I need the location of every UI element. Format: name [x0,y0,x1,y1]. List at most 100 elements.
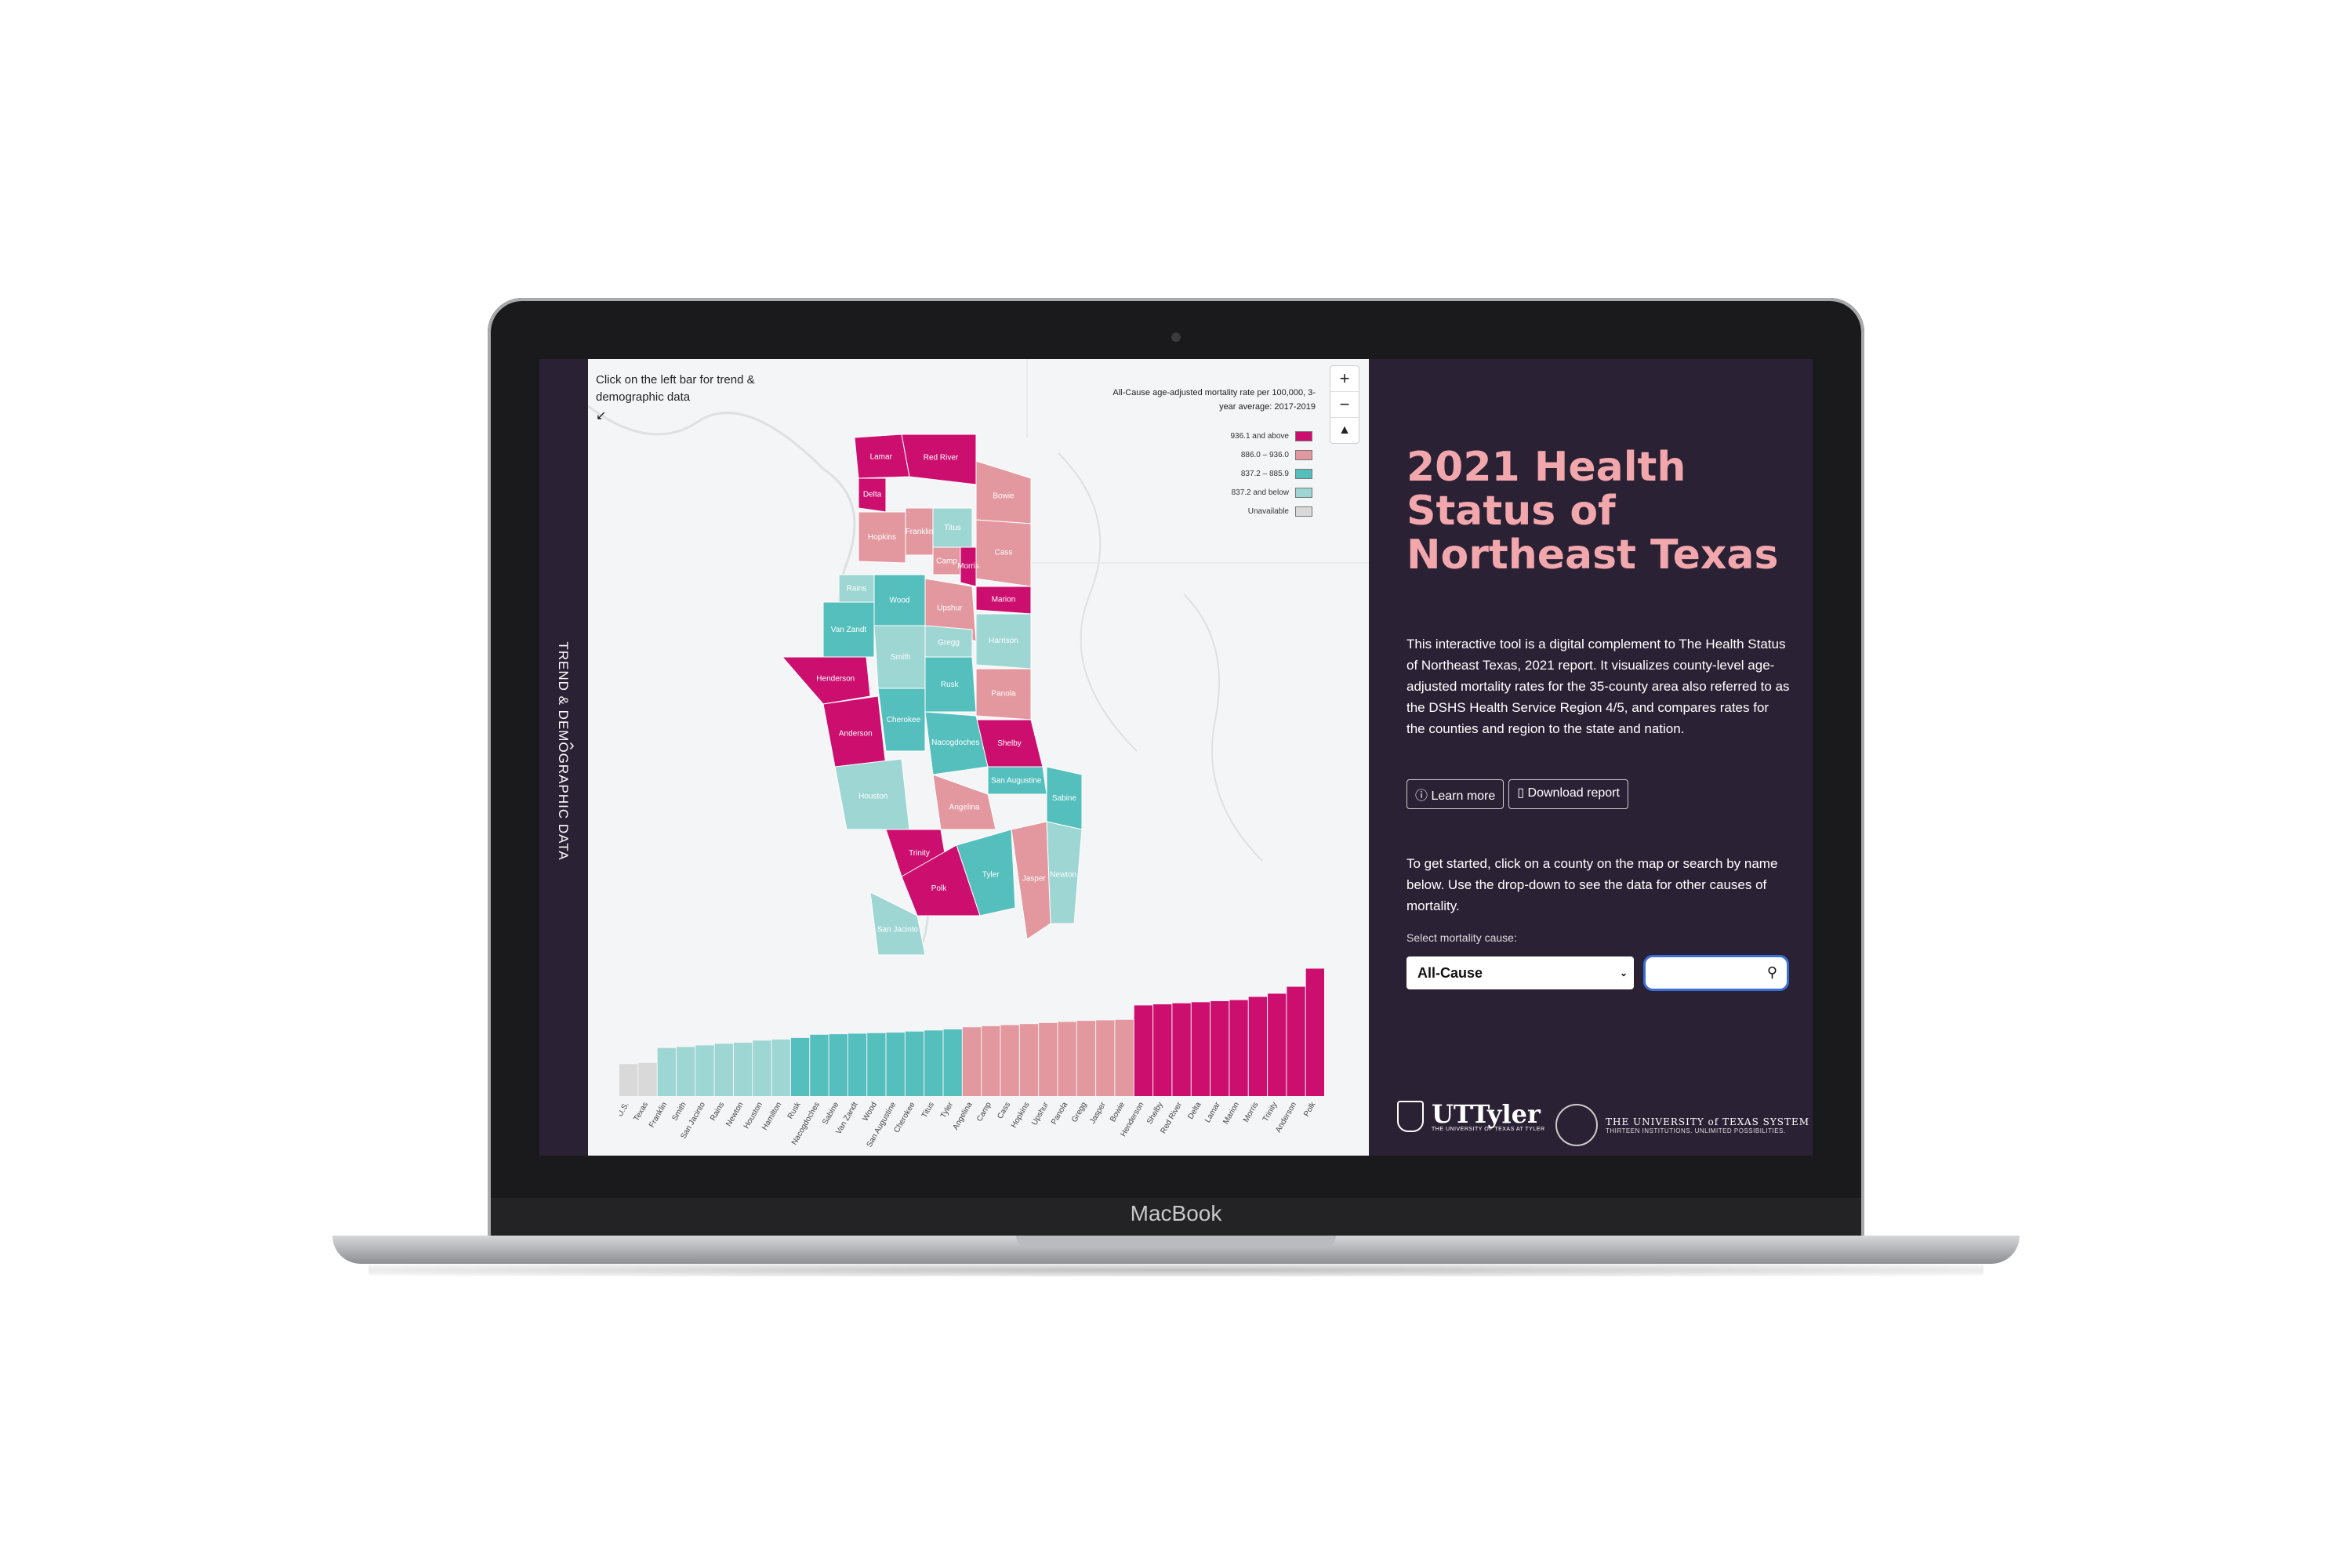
map-legend: 936.1 and above 886.0 – 936.0 837.2 – 88… [1156,426,1312,521]
logo1-name: UTTyler [1432,1098,1541,1129]
bar[interactable] [1058,1022,1076,1096]
county-label: Cherokee [887,716,921,724]
bar-tick-label: Marion [1221,1101,1241,1126]
bar[interactable] [1248,996,1268,1096]
county-label: Smith [891,653,911,662]
county-label: Polk [931,884,947,893]
bar-tick-label: Trinity [1261,1101,1279,1123]
bar[interactable] [1134,1005,1153,1096]
map-area[interactable]: Lamar Red River Bowie Delta Hopkins Franklin T… [588,359,1369,1156]
search-icon[interactable]: ⚲ [1767,964,1777,981]
county-label: Rains [847,585,867,593]
download-report-button[interactable]: ▯ Download report [1508,779,1628,809]
bar[interactable] [676,1047,695,1096]
bar-tick-label: Upshur [1030,1100,1051,1127]
bar-tick-label: Camp [975,1101,993,1123]
bar[interactable] [1019,1024,1039,1096]
bar[interactable] [848,1033,867,1096]
bar-tick-label: Morris [1242,1101,1260,1124]
bar[interactable] [829,1034,848,1096]
county-label: Tyler [982,871,1000,880]
bar[interactable] [1096,1020,1115,1096]
ut-system-logo: THE UNIVERSITY of TEXAS SYSTEM THIRTEEN … [1555,1104,1809,1146]
bar[interactable] [1191,1002,1210,1096]
county-label: Houston [858,793,887,801]
zoom-out-button[interactable]: − [1330,392,1359,418]
bar[interactable] [1115,1019,1134,1096]
bar[interactable] [886,1033,905,1096]
bar[interactable] [714,1044,733,1096]
bar[interactable] [924,1030,943,1096]
county-label: Trinity [909,849,930,858]
bar[interactable] [1229,1000,1248,1096]
bar[interactable] [867,1033,886,1096]
county-label: Red River [924,454,959,463]
bar-tick-label: Cass [996,1101,1012,1120]
county-search-input[interactable]: ⚲ [1643,955,1789,991]
county-label: Marion [992,595,1016,604]
bar[interactable] [753,1040,771,1096]
legend-row: 837.2 – 885.9 [1156,464,1312,483]
county-label: Sabine [1052,794,1077,803]
bar[interactable] [733,1043,753,1096]
seal-icon [1555,1104,1598,1146]
trend-sidebar[interactable]: TREND & DEMOGRAPHIC DATA › [539,359,588,1156]
bar[interactable] [657,1047,676,1096]
arrow-down-left-icon: ↙ [596,409,607,423]
bar[interactable] [1076,1021,1096,1096]
bar[interactable] [619,1064,638,1096]
bar[interactable] [810,1034,829,1096]
legend-row: Unavailable [1156,502,1312,521]
laptop-notch [1016,1236,1336,1248]
bar-tick-label: Lamar [1203,1100,1222,1124]
sidebar-label: TREND & DEMOGRAPHIC DATA [556,641,571,861]
logo2-name: THE UNIVERSITY of TEXAS SYSTEM [1606,1116,1810,1127]
bar[interactable] [1305,968,1324,1096]
bar-tick-label: U.S. [619,1101,631,1118]
bar[interactable] [962,1027,982,1096]
bar[interactable] [982,1025,1000,1096]
bar[interactable] [1153,1004,1172,1096]
legend-title: All-Cause age-adjusted mortality rate pe… [1112,388,1316,412]
mortality-cause-select[interactable]: All-Cause ⌄ [1406,956,1634,989]
learn-more-button[interactable]: ⓘ Learn more [1406,779,1504,809]
county-label: Titus [944,524,960,532]
reset-north-button[interactable]: ▲ [1330,418,1359,443]
laptop-shadow [368,1264,1984,1276]
county-label: Bowie [993,492,1014,500]
map-hint: Click on the left bar for trend & demogr… [596,373,755,404]
description: This interactive tool is a digital compl… [1406,637,1790,736]
bar-tick-label: Rusk [786,1100,803,1120]
intro-text: To get started, click on a county on the… [1406,856,1778,913]
bar-tick-label: Delta [1186,1101,1203,1121]
legend-row: 886.0 – 936.0 [1156,445,1312,464]
bar[interactable] [1172,1003,1191,1096]
bar-tick-label: Jasper [1088,1100,1108,1125]
info-panel: 2021 Health Status of Northeast Texas Th… [1369,359,1813,1156]
logo2-sub: THIRTEEN INSTITUTIONS. UNLIMITED POSSIBI… [1606,1127,1786,1134]
bar[interactable] [1287,986,1305,1096]
bar[interactable] [695,1045,714,1096]
bar-tick-label: Shelby [1145,1101,1165,1126]
bar[interactable] [1268,993,1287,1096]
bar[interactable] [1210,1000,1229,1096]
county-angelina[interactable] [932,774,996,830]
zoom-in-button[interactable]: + [1330,366,1359,392]
bar[interactable] [638,1062,657,1096]
bar-tick-label: Newton [724,1101,745,1128]
county-label: Nacogdoches [931,739,979,747]
county-label: Morris [957,562,979,571]
bar[interactable] [790,1037,810,1096]
bar-tick-label: Hopkins [1010,1101,1032,1130]
bar[interactable] [905,1031,924,1096]
bar[interactable] [943,1029,962,1096]
chevron-right-icon[interactable]: › [569,737,575,755]
bar[interactable] [1039,1022,1058,1096]
bar[interactable] [771,1039,790,1096]
county-label: Gregg [938,638,960,647]
county-label: Camp [936,557,957,566]
county-label: Upshur [937,604,963,613]
county-label: Franklin [906,528,934,536]
mortality-bar-chart[interactable]: U.S. TexasFranklin SmithSan Jacinto RainsNe… [619,963,1325,1156]
bar[interactable] [1000,1025,1019,1096]
